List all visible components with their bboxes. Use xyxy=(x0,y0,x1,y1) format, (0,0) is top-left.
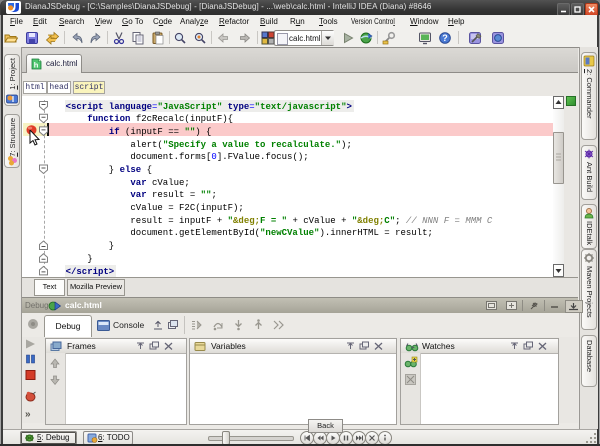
svg-text:?: ? xyxy=(442,33,448,43)
svg-text:h: h xyxy=(34,61,39,70)
